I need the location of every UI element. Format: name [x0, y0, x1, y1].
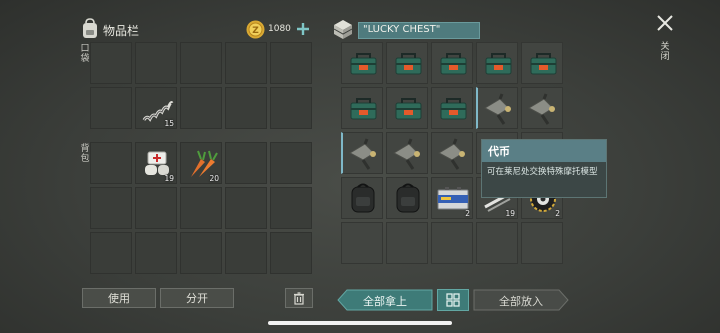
- use-button[interactable]: 使用: [82, 288, 156, 308]
- item-slot-toolbox[interactable]: [386, 42, 428, 84]
- item-count: 2: [465, 209, 470, 218]
- tooltip-description: 可在莱尼处交换特殊摩托模型: [487, 167, 598, 177]
- tooltip-title: 代币: [482, 140, 606, 162]
- close-icon: [657, 15, 673, 31]
- empty-slot[interactable]: [180, 187, 222, 229]
- currency-amount: 1080: [268, 24, 291, 34]
- toolbox-icon: [350, 98, 377, 120]
- coin-icon: Z: [246, 20, 265, 39]
- empty-slot[interactable]: [180, 87, 222, 129]
- toolbox-icon: [440, 98, 467, 120]
- empty-slot[interactable]: [270, 142, 312, 184]
- backpack-label: 背包: [80, 144, 90, 164]
- empty-slot[interactable]: [180, 232, 222, 274]
- chest-title-bar: "LUCKY CHEST": [358, 22, 480, 39]
- item-tooltip: 代币 可在莱尼处交换特殊摩托模型: [481, 139, 607, 198]
- item-slot-motorcycle-part[interactable]: [476, 87, 518, 129]
- item-slot-toolbox[interactable]: [431, 87, 473, 129]
- item-slot-spring-coil[interactable]: 15: [135, 87, 177, 129]
- item-slot-motorcycle-part[interactable]: [341, 132, 383, 174]
- empty-slot[interactable]: [225, 187, 267, 229]
- sort-button[interactable]: [437, 289, 469, 311]
- motorcycle-part-icon: [437, 138, 465, 170]
- toolbox-icon: [530, 53, 557, 75]
- item-slot-motorcycle-part[interactable]: [386, 132, 428, 174]
- item-count: 19: [505, 209, 515, 218]
- empty-slot[interactable]: [225, 42, 267, 84]
- quick-slots-grid: 15: [90, 42, 312, 129]
- home-indicator: [268, 321, 452, 325]
- chest-title: "LUCKY CHEST": [363, 24, 441, 35]
- put-all-button[interactable]: 全部放入: [473, 289, 569, 311]
- empty-slot[interactable]: [270, 232, 312, 274]
- item-count: 20: [209, 174, 219, 183]
- empty-slot[interactable]: [270, 87, 312, 129]
- add-currency-button[interactable]: [295, 21, 311, 37]
- svg-text:Z: Z: [252, 26, 259, 36]
- backpack-icon: [351, 183, 375, 213]
- backpack-icon: [80, 18, 100, 40]
- motorcycle-part-icon: [392, 138, 420, 170]
- empty-slot[interactable]: [476, 222, 518, 264]
- split-button[interactable]: 分开: [160, 288, 234, 308]
- empty-slot[interactable]: [270, 42, 312, 84]
- delete-button[interactable]: [285, 288, 313, 308]
- item-slot-backpack[interactable]: [386, 177, 428, 219]
- item-slot-toolbox[interactable]: [431, 42, 473, 84]
- empty-slot[interactable]: [135, 232, 177, 274]
- toolbox-icon: [350, 53, 377, 75]
- empty-slot[interactable]: [521, 222, 563, 264]
- take-all-label: 全部拿上: [363, 295, 407, 308]
- backpack-grid: 19 20: [90, 142, 312, 274]
- toolbox-icon: [485, 53, 512, 75]
- empty-slot[interactable]: [225, 232, 267, 274]
- toolbox-icon: [395, 53, 422, 75]
- empty-slot[interactable]: [135, 187, 177, 229]
- item-slot-toolbox[interactable]: [341, 87, 383, 129]
- motorcycle-part-icon: [483, 93, 511, 125]
- close-button[interactable]: 关闭: [654, 14, 676, 70]
- put-all-label: 全部放入: [499, 295, 543, 308]
- empty-slot[interactable]: [90, 232, 132, 274]
- item-slot-motorcycle-part[interactable]: [431, 132, 473, 174]
- item-slot-toolbox[interactable]: [521, 42, 563, 84]
- take-all-button[interactable]: 全部拿上: [337, 289, 433, 311]
- empty-slot[interactable]: [225, 142, 267, 184]
- item-count: 2: [555, 209, 560, 218]
- motorcycle-part-icon: [348, 138, 376, 170]
- empty-slot[interactable]: [90, 187, 132, 229]
- item-count: 19: [164, 174, 174, 183]
- empty-slot[interactable]: [341, 222, 383, 264]
- empty-slot[interactable]: [386, 222, 428, 264]
- item-slot-carrots[interactable]: 20: [180, 142, 222, 184]
- toolbox-icon: [440, 53, 467, 75]
- chest-icon: [332, 18, 354, 40]
- quick-slots-label: 口袋: [80, 44, 90, 64]
- item-slot-toolbox[interactable]: [341, 42, 383, 84]
- grid-sort-icon: [446, 293, 460, 307]
- inventory-title: 物品栏: [103, 24, 140, 38]
- empty-slot[interactable]: [90, 42, 132, 84]
- item-slot-toolbox[interactable]: [476, 42, 518, 84]
- item-count: 15: [164, 119, 174, 128]
- toolbox-icon: [395, 98, 422, 120]
- item-slot-backpack[interactable]: [341, 177, 383, 219]
- empty-slot[interactable]: [431, 222, 473, 264]
- motorcycle-part-icon: [527, 93, 555, 125]
- empty-slot[interactable]: [90, 87, 132, 129]
- empty-slot[interactable]: [270, 187, 312, 229]
- item-slot-motorcycle-part[interactable]: [521, 87, 563, 129]
- empty-slot[interactable]: [135, 42, 177, 84]
- empty-slot[interactable]: [225, 87, 267, 129]
- item-slot-battery[interactable]: 2: [431, 177, 473, 219]
- item-slot-toolbox[interactable]: [386, 87, 428, 129]
- empty-slot[interactable]: [180, 42, 222, 84]
- close-label: 关闭: [660, 42, 670, 62]
- empty-slot[interactable]: [90, 142, 132, 184]
- backpack-icon: [396, 183, 420, 213]
- trash-icon: [294, 291, 304, 305]
- item-slot-bandage-kit[interactable]: 19: [135, 142, 177, 184]
